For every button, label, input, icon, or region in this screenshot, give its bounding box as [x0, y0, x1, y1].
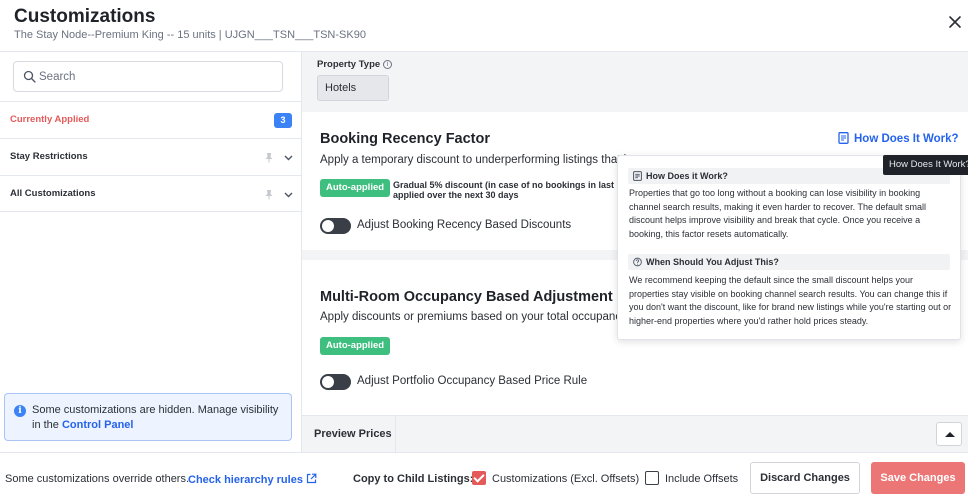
how-does-it-work-link[interactable]: How Does It Work?: [838, 132, 959, 145]
external-link-icon: [306, 473, 317, 484]
discard-changes-button[interactable]: Discard Changes: [750, 462, 860, 494]
copy-to-child-label: Copy to Child Listings:: [353, 473, 474, 485]
control-panel-link[interactable]: Control Panel: [62, 419, 134, 431]
sidebar: Currently Applied 3 Stay Restrictions Al…: [0, 52, 302, 452]
auto-applied-badge: Auto-applied: [320, 337, 391, 355]
popover-section-text: We recommend keeping the default since t…: [629, 275, 952, 326]
include-offsets-checkbox[interactable]: [645, 471, 659, 485]
chevron-down-icon[interactable]: [283, 152, 294, 163]
sidebar-item-all-customizations[interactable]: All Customizations: [0, 175, 301, 212]
card-description: Apply a temporary discount to underperfo…: [320, 154, 631, 166]
toggle-label: Adjust Booking Recency Based Discounts: [357, 219, 572, 231]
card-description: Apply discounts or premiums based on you…: [320, 311, 637, 323]
toggle-label: Adjust Portfolio Occupancy Based Price R…: [357, 375, 588, 387]
document-icon: [633, 171, 642, 181]
auto-applied-badge: Auto-applied: [320, 179, 391, 197]
booking-recency-toggle[interactable]: [320, 218, 351, 234]
customizations-checkbox[interactable]: [472, 471, 486, 485]
question-icon: [633, 257, 642, 267]
page-title: Customizations: [14, 6, 156, 27]
sidebar-item-label: Stay Restrictions: [10, 151, 88, 162]
search-icon: [23, 70, 36, 83]
popover-section-header: When Should You Adjust This?: [628, 254, 950, 270]
property-type-section: Property Type i Hotels: [302, 52, 968, 112]
search-box[interactable]: [13, 61, 283, 92]
save-changes-button[interactable]: Save Changes: [871, 462, 965, 494]
sidebar-item-currently-applied[interactable]: Currently Applied 3: [0, 101, 301, 138]
tooltip-label: How Does It Work?: [883, 155, 968, 175]
sidebar-item-stay-restrictions[interactable]: Stay Restrictions: [0, 138, 301, 175]
listing-subtitle: The Stay Node--Premium King -- 15 units …: [14, 29, 366, 41]
collapse-button[interactable]: [936, 422, 962, 446]
footer: Some customizations override others. Che…: [0, 452, 968, 498]
popover-section-text: Properties that go too long without a bo…: [629, 188, 926, 239]
info-icon: i: [14, 405, 26, 417]
override-note: Some customizations override others.: [5, 473, 190, 485]
sidebar-item-label: All Customizations: [10, 188, 96, 199]
chevron-down-icon[interactable]: [283, 189, 294, 200]
include-offsets-label: Include Offsets: [665, 473, 739, 485]
card-title: Multi-Room Occupancy Based Adjustment: [320, 289, 613, 305]
property-type-label: Property Type: [317, 59, 381, 70]
search-input[interactable]: [39, 68, 275, 86]
close-icon[interactable]: [945, 12, 965, 32]
dialog-header: Customizations The Stay Node--Premium Ki…: [0, 0, 968, 52]
customizations-checkbox-label: Customizations (Excl. Offsets): [492, 473, 640, 485]
check-hierarchy-link[interactable]: Check hierarchy rules: [188, 473, 317, 486]
tab-preview-prices[interactable]: Preview Prices: [302, 416, 396, 452]
preview-bar: Preview Prices: [302, 415, 968, 452]
auto-applied-note: Gradual 5% discount (in case of no booki…: [393, 180, 622, 200]
pin-icon[interactable]: [264, 152, 274, 163]
sidebar-item-label: Currently Applied: [10, 114, 90, 125]
document-icon: [838, 132, 849, 144]
count-badge: 3: [274, 113, 292, 128]
card-title: Booking Recency Factor: [320, 131, 491, 147]
hidden-customizations-notice: i Some customizations are hidden. Manage…: [4, 393, 292, 441]
property-type-select[interactable]: Hotels: [317, 75, 389, 101]
how-it-works-popover: How Does it Work? Properties that go too…: [617, 155, 961, 340]
info-icon[interactable]: i: [383, 60, 393, 69]
pin-icon[interactable]: [264, 189, 274, 200]
portfolio-occupancy-toggle[interactable]: [320, 374, 351, 390]
